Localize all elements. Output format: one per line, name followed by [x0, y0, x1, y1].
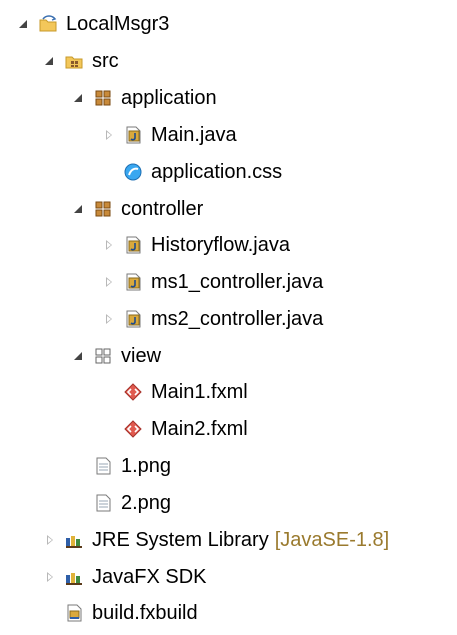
expand-arrow-icon[interactable] — [18, 18, 30, 30]
tree-item-ms1-controller-java[interactable]: ms1_controller.java — [103, 267, 323, 297]
empty-package-icon — [93, 346, 113, 366]
collapse-arrow-icon[interactable] — [103, 129, 115, 141]
tree-item-1-png[interactable]: 1.png — [73, 451, 171, 481]
tree-item-src[interactable]: src — [44, 46, 119, 76]
expand-arrow-icon[interactable] — [73, 350, 85, 362]
tree-item-label: Historyflow.java — [151, 234, 290, 256]
collapse-arrow-icon[interactable] — [103, 276, 115, 288]
tree-item-label: 2.png — [121, 492, 172, 514]
jre-version-decoration: [JavaSE-1.8] — [274, 529, 390, 551]
text-file-icon — [93, 456, 113, 476]
expand-arrow-icon[interactable] — [73, 92, 85, 104]
collapse-arrow-icon[interactable] — [44, 534, 56, 546]
tree-item-application[interactable]: application — [73, 83, 217, 113]
expand-arrow-icon[interactable] — [73, 203, 85, 215]
package-icon — [93, 199, 113, 219]
tree-item-label: LocalMsgr3 — [66, 13, 170, 35]
java-file-icon — [123, 272, 143, 292]
fxbuild-file-icon — [64, 603, 84, 623]
tree-item-main1-fxml[interactable]: Main1.fxml — [103, 377, 248, 407]
collapse-arrow-icon[interactable] — [44, 571, 56, 583]
java-file-icon — [123, 235, 143, 255]
tree-item-label: build.fxbuild — [92, 602, 198, 624]
tree-item-label: Main1.fxml — [151, 381, 248, 403]
library-icon — [64, 530, 84, 550]
library-icon — [64, 567, 84, 587]
tree-item-label: src — [92, 50, 119, 72]
tree-item-view[interactable]: view — [73, 341, 161, 371]
tree-item-label: Main.java — [151, 124, 237, 146]
fxml-file-icon — [123, 382, 143, 402]
source-folder-icon — [64, 51, 84, 71]
package-icon — [93, 88, 113, 108]
tree-item-main-java[interactable]: Main.java — [103, 120, 237, 150]
tree-item-label: view — [121, 345, 162, 367]
project-folder-icon — [38, 14, 58, 34]
java-file-icon — [123, 309, 143, 329]
tree-item-label: ms2_controller.java — [151, 308, 324, 330]
expand-arrow-icon[interactable] — [44, 55, 56, 67]
tree-item-label: 1.png — [121, 455, 172, 477]
tree-item-label: ms1_controller.java — [151, 271, 324, 293]
tree-item-main2-fxml[interactable]: Main2.fxml — [103, 414, 248, 444]
tree-item-controller[interactable]: controller — [73, 194, 203, 224]
collapse-arrow-icon[interactable] — [103, 313, 115, 325]
tree-item-localmsgr3[interactable]: LocalMsgr3 — [18, 9, 169, 39]
collapse-arrow-icon[interactable] — [103, 239, 115, 251]
tree-item-label: JRE System Library — [92, 529, 269, 551]
tree-item-label: Main2.fxml — [151, 418, 248, 440]
fxml-file-icon — [123, 419, 143, 439]
tree-item-application-css[interactable]: application.css — [103, 157, 282, 187]
tree-item-label: JavaFX SDK — [92, 566, 207, 588]
tree-item-label: controller — [121, 198, 204, 220]
tree-item-build-fxbuild[interactable]: build.fxbuild — [44, 598, 198, 628]
css-file-icon — [123, 162, 143, 182]
tree-item-label: application.css — [151, 161, 283, 183]
tree-item-javafx-sdk[interactable]: JavaFX SDK — [44, 562, 206, 592]
tree-item-2-png[interactable]: 2.png — [73, 488, 171, 518]
tree-item-ms2-controller-java[interactable]: ms2_controller.java — [103, 304, 323, 334]
text-file-icon — [93, 493, 113, 513]
tree-item-label: application — [121, 87, 217, 109]
project-explorer-tree: LocalMsgr3 src application Main.java app… — [0, 0, 457, 635]
java-file-icon — [123, 125, 143, 145]
tree-item-historyflow-java[interactable]: Historyflow.java — [103, 230, 290, 260]
tree-item-jre-system-library[interactable]: JRE System Library [JavaSE-1.8] — [44, 525, 389, 555]
